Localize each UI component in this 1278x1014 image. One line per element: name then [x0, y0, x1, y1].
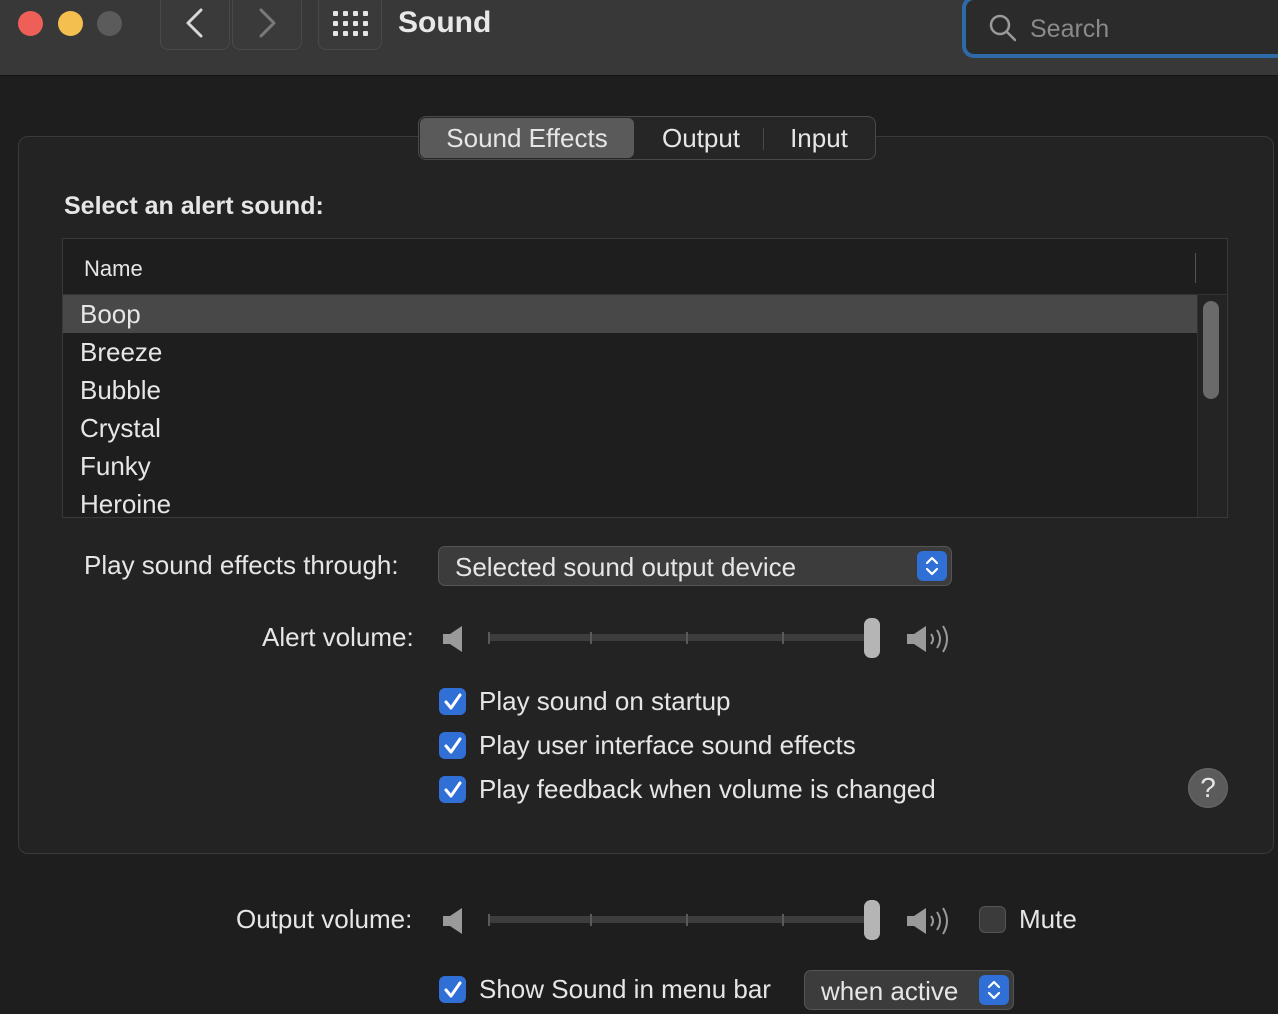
table-row[interactable]: Heroine — [63, 485, 1197, 517]
checkmark-icon — [444, 693, 462, 710]
table-row[interactable]: Boop — [63, 295, 1197, 333]
tab-divider — [763, 128, 764, 150]
tab-sound-effects[interactable]: Sound Effects — [420, 118, 634, 158]
title-bar: Sound Search — [0, 0, 1278, 76]
slider-tick — [686, 632, 688, 644]
scrollbar-thumb[interactable] — [1203, 301, 1219, 399]
back-icon — [186, 8, 203, 38]
checkbox-label: Show Sound in menu bar — [479, 974, 771, 1004]
output-volume-slider[interactable] — [442, 900, 954, 940]
window-title: Sound — [398, 6, 492, 39]
alert-sound-heading: Select an alert sound: — [64, 192, 324, 220]
minimize-window-button[interactable] — [58, 11, 83, 36]
mute-label: Mute — [1019, 904, 1077, 934]
tab-input[interactable]: Input — [765, 118, 873, 158]
show-all-button[interactable] — [318, 0, 382, 50]
checkbox-box[interactable] — [439, 688, 466, 715]
slider-track — [488, 916, 880, 923]
back-button[interactable] — [160, 0, 230, 50]
slider-track — [488, 634, 880, 641]
search-icon — [989, 14, 1017, 42]
play-through-value: Selected sound output device — [455, 552, 797, 582]
grid-icon — [333, 11, 369, 41]
slider-tick — [686, 914, 688, 926]
alert-volume-label: Alert volume: — [262, 622, 414, 652]
table-row[interactable]: Breeze — [63, 333, 1197, 371]
slider-knob[interactable] — [864, 618, 880, 658]
menu-bar-option-value: when active — [821, 976, 959, 1006]
table-row[interactable]: Crystal — [63, 409, 1197, 447]
speaker-high-icon — [907, 625, 948, 653]
slider-knob[interactable] — [864, 900, 880, 940]
search-field[interactable]: Search — [962, 0, 1278, 58]
checkmark-icon — [444, 981, 462, 998]
column-header-name[interactable]: Name — [84, 256, 143, 282]
table-row[interactable]: Bubble — [63, 371, 1197, 409]
forward-icon — [259, 8, 276, 38]
speaker-high-icon — [907, 907, 948, 935]
help-button[interactable]: ? — [1188, 768, 1228, 808]
slider-tick — [590, 914, 592, 926]
checkbox-box[interactable] — [439, 732, 466, 759]
checkmark-icon — [444, 781, 462, 798]
column-divider — [1195, 253, 1196, 283]
checkbox-label: Play sound on startup — [479, 686, 731, 716]
slider-tick — [488, 632, 490, 644]
play-through-label: Play sound effects through: — [84, 550, 399, 580]
checkbox-box[interactable] — [979, 906, 1006, 933]
tab-bar: Sound Effects Output Input — [418, 116, 876, 160]
checkmark-icon — [444, 737, 462, 754]
speaker-low-icon — [443, 908, 462, 934]
slider-tick — [488, 914, 490, 926]
checkbox-box[interactable] — [439, 776, 466, 803]
stepper-icon — [979, 975, 1009, 1005]
stepper-icon — [917, 551, 947, 581]
play-through-popup[interactable]: Selected sound output device — [438, 546, 952, 586]
slider-tick — [782, 914, 784, 926]
table-row[interactable]: Funky — [63, 447, 1197, 485]
table-body: Boop Breeze Bubble Crystal Funky Heroine — [63, 295, 1197, 517]
slider-tick — [782, 632, 784, 644]
close-window-button[interactable] — [18, 11, 43, 36]
checkbox-label: Play feedback when volume is changed — [479, 774, 936, 804]
menu-bar-option-popup[interactable]: when active — [804, 970, 1014, 1010]
checkbox-box[interactable] — [439, 976, 466, 1003]
checkbox-label: Play user interface sound effects — [479, 730, 856, 760]
alert-volume-slider[interactable] — [442, 618, 954, 658]
speaker-low-icon — [443, 626, 462, 652]
slider-tick — [590, 632, 592, 644]
table-header: Name — [63, 239, 1227, 295]
tab-output[interactable]: Output — [643, 118, 759, 158]
alert-sound-table: Name Boop Breeze Bubble Crystal Funky He… — [62, 238, 1228, 518]
output-volume-label: Output volume: — [236, 904, 413, 934]
forward-button[interactable] — [232, 0, 302, 50]
zoom-window-button[interactable] — [97, 11, 122, 36]
search-placeholder: Search — [1030, 15, 1110, 43]
